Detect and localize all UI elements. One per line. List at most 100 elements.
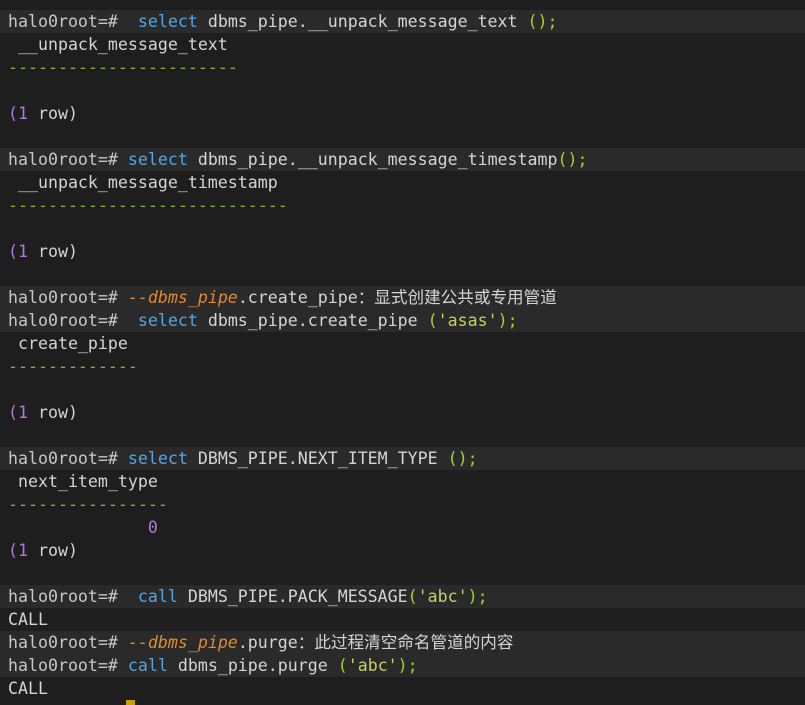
prompt-text: halo0root=# bbox=[8, 288, 118, 307]
sql-keyword: call bbox=[137, 587, 178, 606]
command-line: halo0root=# call DBMS_PIPE.PACK_MESSAGE(… bbox=[0, 585, 805, 608]
sql-text: DBMS_PIPE.PACK_MESSAGE bbox=[177, 587, 408, 606]
row-count-number: 1 bbox=[18, 541, 28, 560]
sql-keyword: select bbox=[137, 12, 198, 31]
row-count-paren: ( bbox=[8, 104, 18, 123]
command-line: halo0root=# select dbms_pipe.__unpack_me… bbox=[0, 10, 805, 33]
prompt-spacer bbox=[118, 587, 138, 606]
sql-text: DBMS_PIPE.NEXT_ITEM_TYPE bbox=[187, 449, 448, 468]
terminal-window[interactable]: halo0root=# select dbms_pipe.__unpack_me… bbox=[0, 0, 805, 705]
prompt-text: halo0root=# bbox=[8, 150, 118, 169]
output-line: create_pipe bbox=[0, 332, 805, 355]
row-count-line: (1 row) bbox=[0, 240, 805, 263]
sql-punctuation: ); bbox=[497, 311, 518, 330]
output-text: create_pipe bbox=[8, 334, 128, 353]
sql-text: dbms_pipe.create_pipe bbox=[197, 311, 428, 330]
output-line: __unpack_message_timestamp bbox=[0, 171, 805, 194]
separator-dashes: ----------------------- bbox=[8, 58, 238, 77]
sql-punctuation: (); bbox=[447, 449, 478, 468]
prompt-text: halo0root=# bbox=[8, 633, 118, 652]
command-line: halo0root=# --dbms_pipe.create_pipe：显式创建… bbox=[0, 286, 805, 309]
row-count-text: row) bbox=[28, 104, 78, 123]
prompt-text: halo0root=# bbox=[8, 587, 118, 606]
sql-comment: --dbms_pipe bbox=[127, 633, 238, 652]
prompt-spacer bbox=[118, 150, 128, 169]
prompt-text: halo0root=# bbox=[8, 449, 118, 468]
output-line: CALL bbox=[0, 677, 805, 700]
sql-punctuation: ( bbox=[427, 311, 438, 330]
separator-dashes: ---------------------------- bbox=[8, 196, 288, 215]
output-text: next_item_type bbox=[8, 472, 158, 491]
output-line: next_item_type bbox=[0, 470, 805, 493]
prompt-spacer bbox=[118, 288, 128, 307]
row-count-line: (1 row) bbox=[0, 539, 805, 562]
prompt-spacer bbox=[118, 656, 128, 675]
sql-comment: --dbms_pipe bbox=[127, 288, 238, 307]
column-separator: ---------------------------- bbox=[0, 194, 805, 217]
row-count-text: row) bbox=[28, 242, 78, 261]
row-count-number: 1 bbox=[18, 104, 28, 123]
sql-punctuation: (); bbox=[557, 150, 588, 169]
comment-text: ：此过程清空命名管道的内容 bbox=[297, 633, 514, 652]
command-line: halo0root=# select dbms_pipe.__unpack_me… bbox=[0, 148, 805, 171]
row-count-text: row) bbox=[28, 403, 78, 422]
sql-string: 'asas' bbox=[437, 311, 498, 330]
prompt-spacer bbox=[118, 12, 138, 31]
column-separator: ----------------------- bbox=[0, 56, 805, 79]
result-value-line: 0 bbox=[0, 516, 805, 539]
value-padding bbox=[8, 518, 148, 537]
separator-dashes: ------------- bbox=[8, 357, 138, 376]
output-text: CALL bbox=[8, 679, 48, 698]
sql-keyword: select bbox=[127, 449, 188, 468]
output-text: __unpack_message_timestamp bbox=[8, 173, 278, 192]
sql-punctuation: ); bbox=[397, 656, 418, 675]
sql-keyword: select bbox=[137, 311, 198, 330]
prompt-text: halo0root=# bbox=[8, 656, 118, 675]
row-count-text: row) bbox=[28, 541, 78, 560]
column-separator: ---------------- bbox=[0, 493, 805, 516]
prompt-text: halo0root=# bbox=[8, 311, 118, 330]
prompt-spacer bbox=[118, 449, 128, 468]
command-line: halo0root=# select dbms_pipe.create_pipe… bbox=[0, 309, 805, 332]
sql-keyword: call bbox=[127, 656, 168, 675]
sql-text: .purge bbox=[237, 633, 298, 652]
sql-string: 'abc' bbox=[417, 587, 468, 606]
comment-text: ：显式创建公共或专用管道 bbox=[357, 288, 557, 307]
prompt-spacer bbox=[118, 633, 128, 652]
command-line: halo0root=# --dbms_pipe.purge：此过程清空命名管道的… bbox=[0, 631, 805, 654]
sql-text: dbms_pipe.purge bbox=[167, 656, 338, 675]
sql-punctuation: ( bbox=[407, 587, 418, 606]
output-line: CALL bbox=[0, 608, 805, 631]
prompt-spacer bbox=[118, 311, 138, 330]
separator-dashes: ---------------- bbox=[8, 495, 168, 514]
sql-punctuation: (); bbox=[527, 12, 558, 31]
sql-text: dbms_pipe.__unpack_message_timestamp bbox=[187, 150, 558, 169]
command-line: halo0root=# call dbms_pipe.purge ('abc')… bbox=[0, 654, 805, 677]
sql-punctuation: ( bbox=[337, 656, 348, 675]
sql-punctuation: ); bbox=[467, 587, 488, 606]
command-line: halo0root=# select DBMS_PIPE.NEXT_ITEM_T… bbox=[0, 447, 805, 470]
output-text: CALL bbox=[8, 610, 48, 629]
sql-string: 'abc' bbox=[347, 656, 398, 675]
sql-keyword: select bbox=[127, 150, 188, 169]
row-count-paren: ( bbox=[8, 242, 18, 261]
row-count-number: 1 bbox=[18, 403, 28, 422]
row-count-line: (1 row) bbox=[0, 102, 805, 125]
row-count-paren: ( bbox=[8, 403, 18, 422]
output-line: __unpack_message_text bbox=[0, 33, 805, 56]
column-separator: ------------- bbox=[0, 355, 805, 378]
sql-text: dbms_pipe.__unpack_message_text bbox=[197, 12, 528, 31]
sql-text: .create_pipe bbox=[237, 288, 358, 307]
output-text: __unpack_message_text bbox=[8, 35, 228, 54]
row-count-line: (1 row) bbox=[0, 401, 805, 424]
prompt-text: halo0root=# bbox=[8, 12, 118, 31]
text-cursor bbox=[126, 700, 135, 705]
result-value: 0 bbox=[147, 518, 158, 537]
